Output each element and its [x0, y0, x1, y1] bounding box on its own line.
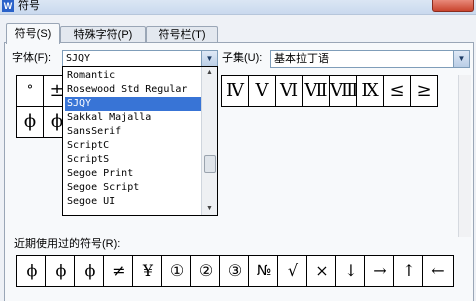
- wps-w-icon: W: [2, 0, 14, 12]
- tab-symbols[interactable]: 符号(S): [6, 23, 60, 44]
- font-option[interactable]: Sakkal Majalla: [65, 111, 201, 125]
- symbol-cell[interactable]: Ⅵ: [275, 75, 303, 107]
- recent-symbol[interactable]: ϕ: [16, 255, 48, 287]
- font-select-value: SJQY: [66, 53, 91, 64]
- scroll-thumb[interactable]: [204, 155, 216, 173]
- recent-symbol[interactable]: √: [277, 255, 309, 287]
- recent-symbol[interactable]: ¥: [132, 255, 164, 287]
- recent-symbol[interactable]: №: [248, 255, 280, 287]
- recent-symbol[interactable]: ×: [306, 255, 338, 287]
- recent-symbol[interactable]: ↑: [393, 255, 425, 287]
- recent-symbol[interactable]: ①: [161, 255, 193, 287]
- recent-symbol[interactable]: ≠: [103, 255, 135, 287]
- font-option-selected[interactable]: SJQY: [65, 97, 201, 111]
- symbol-cell[interactable]: Ⅷ: [329, 75, 358, 107]
- chevron-down-icon[interactable]: ▼: [453, 51, 469, 67]
- symbol-grid-scrollbar[interactable]: [458, 75, 471, 237]
- font-option[interactable]: ScriptC: [65, 139, 201, 153]
- font-option[interactable]: Rosewood Std Regular: [65, 83, 201, 97]
- font-option[interactable]: Segoe UI: [65, 195, 201, 209]
- chevron-down-icon[interactable]: ▼: [202, 203, 217, 215]
- font-option[interactable]: Segoe Script: [65, 181, 201, 195]
- tab-symbol-bar[interactable]: 符号栏(T): [146, 26, 218, 43]
- symbol-cell[interactable]: ϕ: [16, 106, 44, 138]
- recent-symbol[interactable]: →: [364, 255, 396, 287]
- recent-symbols-label: 近期使用过的符号(R):: [14, 238, 121, 250]
- symbol-cell[interactable]: Ⅴ: [248, 75, 276, 107]
- window-title: 符号: [18, 0, 40, 12]
- title-bar: W 符号: [0, 0, 476, 15]
- recent-symbol[interactable]: ϕ: [45, 255, 77, 287]
- font-dropdown-list[interactable]: Romantic Rosewood Std Regular SJQY Sakka…: [62, 66, 218, 216]
- symbol-cell[interactable]: °: [16, 75, 44, 107]
- font-option[interactable]: Romantic: [65, 69, 201, 83]
- tab-special-chars[interactable]: 特殊字符(P): [60, 26, 146, 43]
- subset-select-value: 基本拉丁语: [274, 52, 329, 65]
- recent-symbol[interactable]: ③: [219, 255, 251, 287]
- font-option[interactable]: Segoe Print: [65, 167, 201, 181]
- chevron-down-icon[interactable]: ▼: [201, 51, 217, 67]
- symbol-cell[interactable]: Ⅶ: [302, 75, 330, 107]
- close-button[interactable]: [432, 0, 474, 12]
- subset-select[interactable]: 基本拉丁语 ▼: [270, 50, 470, 68]
- recent-symbol[interactable]: ②: [190, 255, 222, 287]
- recent-symbol[interactable]: ←: [422, 255, 454, 287]
- recent-symbol[interactable]: ϕ: [74, 255, 106, 287]
- font-label: 字体(F):: [12, 52, 52, 64]
- symbol-cell[interactable]: Ⅳ: [221, 75, 249, 107]
- symbol-cell[interactable]: Ⅸ: [356, 75, 384, 107]
- symbol-cell[interactable]: ≥: [410, 75, 438, 107]
- font-list-scrollbar[interactable]: ▲ ▼: [201, 67, 217, 215]
- chevron-up-icon[interactable]: ▲: [202, 67, 217, 79]
- font-option[interactable]: ScriptS: [65, 153, 201, 167]
- subset-label: 子集(U):: [222, 52, 263, 64]
- symbol-cell[interactable]: ≤: [383, 75, 411, 107]
- recent-symbol[interactable]: ↓: [335, 255, 367, 287]
- font-option[interactable]: SansSerif: [65, 125, 201, 139]
